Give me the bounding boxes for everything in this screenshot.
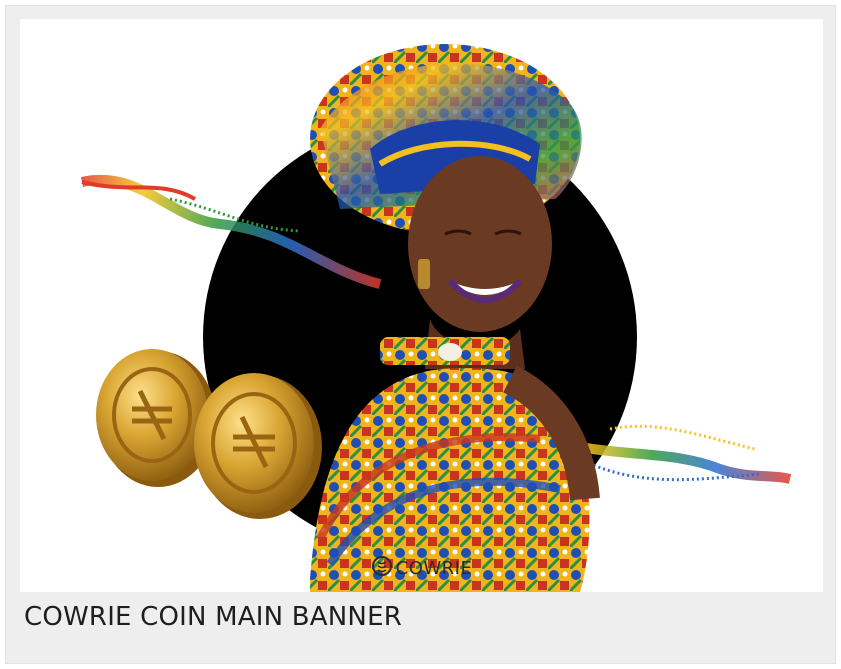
cowrie-banner-image[interactable]: COWRIE [20, 19, 823, 592]
cowrie-logo: COWRIE [20, 555, 823, 582]
image-caption: COWRIE COIN MAIN BANNER [24, 602, 402, 632]
banner-card: COWRIE COWRIE COIN MAIN BANNER [5, 5, 836, 664]
cowrie-shell-logo-icon [371, 555, 393, 582]
banner-artwork [80, 44, 792, 592]
cowrie-wordmark: COWRIE [395, 558, 473, 579]
